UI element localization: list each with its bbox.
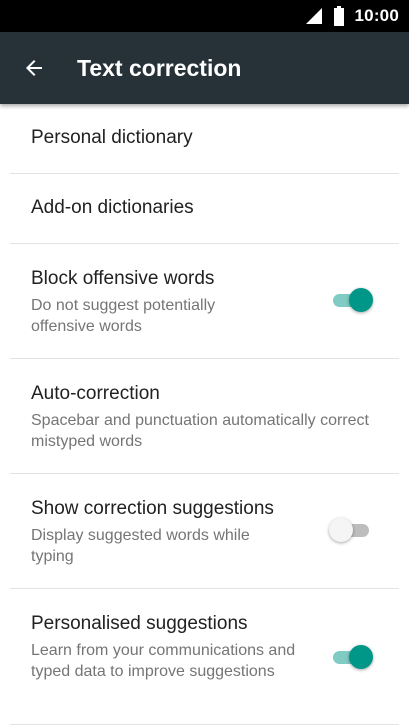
setting-personal-dictionary[interactable]: Personal dictionary — [10, 104, 399, 174]
settings-list: Personal dictionary Add-on dictionaries … — [0, 104, 409, 725]
setting-summary: Learn from your communications and typed… — [31, 642, 296, 680]
setting-auto-correction[interactable]: Auto-correction Spacebar and punctuation… — [10, 359, 399, 474]
setting-show-correction-suggestions[interactable]: Show correction suggestions Display sugg… — [10, 474, 399, 589]
setting-title: Block offensive words — [31, 268, 215, 289]
status-icons: 10:00 — [305, 0, 399, 32]
toggle-thumb — [329, 518, 353, 542]
personalised-suggestions-toggle[interactable] — [329, 644, 373, 670]
signal-icon — [305, 8, 322, 24]
setting-title: Personal dictionary — [31, 127, 193, 148]
setting-title: Auto-correction — [31, 383, 160, 404]
arrow-back-icon — [26, 60, 42, 76]
toggle-thumb — [349, 645, 373, 669]
app-bar: Text correction — [0, 32, 409, 104]
block-offensive-words-toggle[interactable] — [329, 287, 373, 313]
show-correction-suggestions-toggle[interactable] — [329, 517, 373, 543]
battery-icon — [333, 6, 344, 26]
setting-personalised-suggestions[interactable]: Personalised suggestions Learn from your… — [10, 589, 399, 725]
setting-summary: Display suggested words while typing — [31, 527, 250, 565]
setting-summary: Do not suggest potentially offensive wor… — [31, 297, 216, 335]
setting-add-on-dictionaries[interactable]: Add-on dictionaries — [10, 174, 399, 244]
setting-summary: Spacebar and punctuation automatically c… — [31, 412, 369, 450]
setting-title: Add-on dictionaries — [31, 197, 194, 218]
toggle-thumb — [349, 288, 373, 312]
status-bar: 10:00 — [0, 0, 409, 32]
status-time: 10:00 — [354, 6, 399, 25]
setting-block-offensive-words[interactable]: Block offensive words Do not suggest pot… — [10, 244, 399, 359]
setting-title: Show correction suggestions — [31, 498, 274, 519]
setting-title: Personalised suggestions — [31, 613, 248, 634]
back-button[interactable] — [14, 48, 54, 88]
page-title: Text correction — [77, 55, 242, 81]
